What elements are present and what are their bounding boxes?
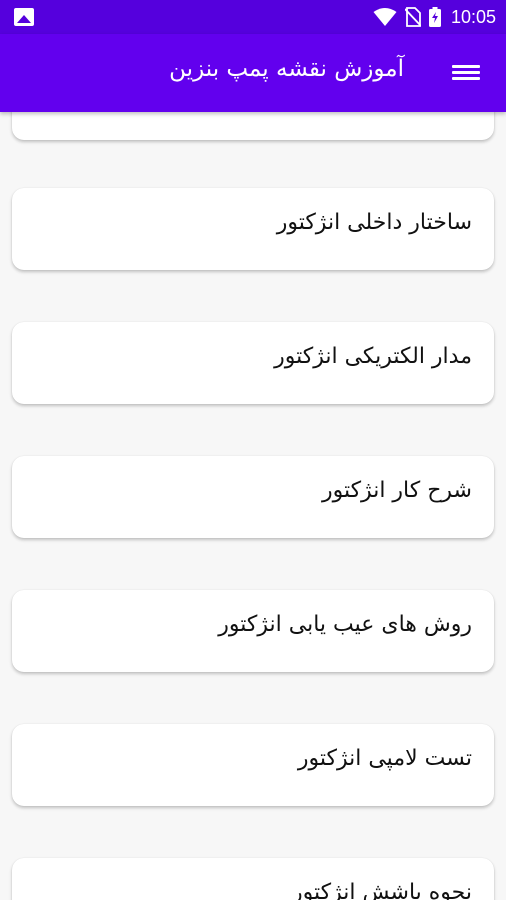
list-item[interactable]: روش های عیب یابی انژکتور	[12, 590, 494, 672]
app-bar: آموزش نقشه پمپ بنزین	[0, 34, 506, 112]
no-sim-icon	[404, 7, 421, 27]
list-item[interactable]: نحوه باشش انژکتور	[12, 858, 494, 900]
list-item-label: شرح کار انژکتور	[321, 478, 472, 503]
topic-list[interactable]: ساختار داخلی انژکتور مدار الکتریکی انژکت…	[0, 112, 506, 900]
list-item-label: روش های عیب یابی انژکتور	[218, 612, 472, 637]
menu-button[interactable]	[452, 62, 480, 86]
list-item[interactable]: ساختار داخلی انژکتور	[12, 188, 494, 270]
list-item-label: نحوه باشش انژکتور	[292, 880, 472, 900]
list-item[interactable]: مدار الکتریکی انژکتور	[12, 322, 494, 404]
list-item-label: ساختار داخلی انژکتور	[276, 210, 472, 235]
list-item-label: تست لامپی انژکتور	[297, 746, 472, 771]
status-bar: 10:05	[0, 0, 506, 34]
list-item[interactable]	[12, 112, 494, 140]
battery-charging-icon	[428, 7, 441, 27]
list-item[interactable]: شرح کار انژکتور	[12, 456, 494, 538]
list-item-label: مدار الکتریکی انژکتور	[274, 344, 472, 369]
hamburger-menu-icon	[452, 65, 480, 87]
app-title: آموزش نقشه پمپ بنزین	[169, 56, 404, 82]
image-notification-icon	[14, 8, 34, 26]
wifi-icon	[373, 8, 397, 26]
list-item[interactable]: تست لامپی انژکتور	[12, 724, 494, 806]
status-time: 10:05	[450, 6, 496, 27]
